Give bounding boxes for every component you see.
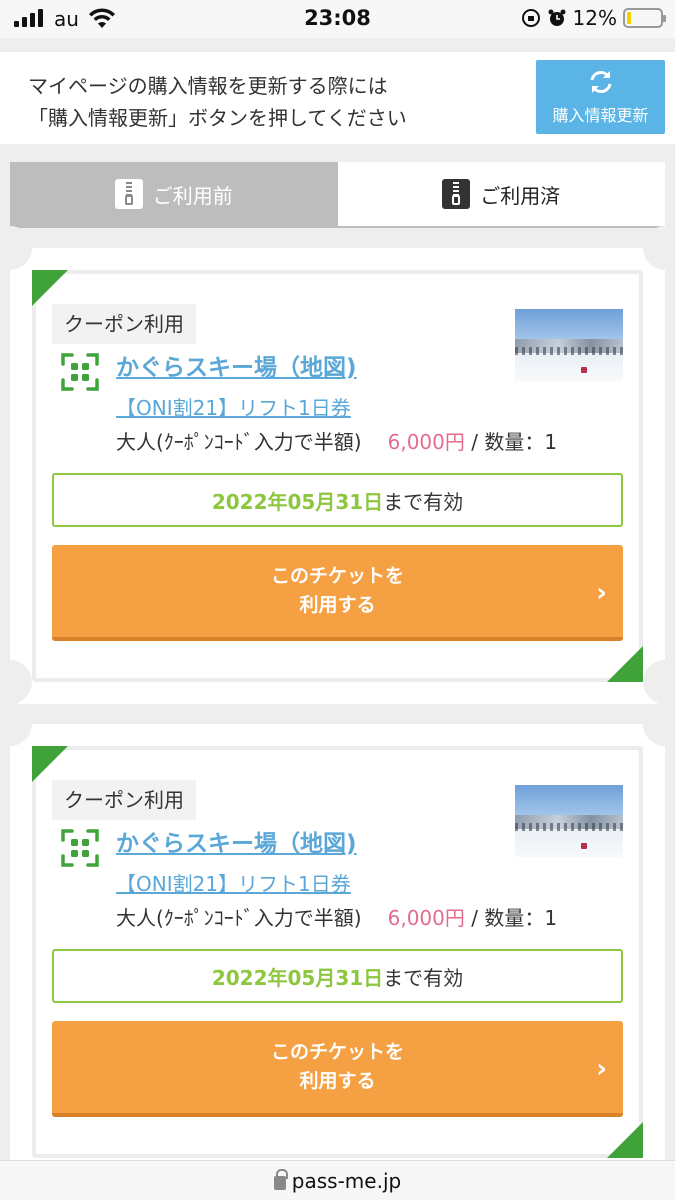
- notice-line-2: 「購入情報更新」ボタンを押してください: [28, 106, 407, 130]
- use-button-line-1: このチケットを: [270, 1041, 404, 1063]
- corner-ribbon: [607, 646, 643, 682]
- valid-date: 2022年05月31日: [211, 965, 384, 990]
- resort-map-link[interactable]: かぐらスキー場（地図): [116, 824, 357, 858]
- resort-map-link[interactable]: かぐらスキー場（地図): [116, 348, 357, 382]
- validity-box: 2022年05月31日 まで有効: [52, 473, 623, 527]
- refresh-button-label: 購入情報更新: [552, 106, 649, 125]
- use-ticket-button[interactable]: このチケットを 利用する ›: [52, 1021, 623, 1117]
- price: 6,000円: [387, 430, 465, 454]
- zipper-icon: [442, 179, 471, 209]
- refresh-icon: [590, 71, 611, 93]
- validity-box: 2022年05月31日 まで有効: [52, 949, 623, 1003]
- valid-suffix: まで有効: [383, 965, 464, 990]
- quantity: / 数量：1: [471, 430, 558, 454]
- coupon-tag: クーポン利用: [52, 304, 196, 344]
- price: 6,000円: [387, 906, 465, 930]
- corner-ribbon: [32, 746, 68, 782]
- ticket-name-link[interactable]: 【ONI割21】リフト1日券: [116, 868, 351, 897]
- alarm-icon: [548, 9, 566, 26]
- tab-label: ご利用済: [480, 183, 561, 208]
- zipper-icon: [114, 179, 143, 209]
- valid-suffix: まで有効: [383, 489, 464, 514]
- corner-ribbon: [32, 270, 68, 306]
- corner-ribbon: [607, 1122, 643, 1158]
- qr-code-icon[interactable]: [60, 828, 100, 868]
- tab-label: ご利用前: [152, 183, 233, 208]
- fare-type: 大人(ｸｰﾎﾟﾝｺｰﾄﾞ入力で半額): [116, 430, 362, 454]
- battery-icon: [623, 8, 666, 28]
- notice-line-1: マイページの購入情報を更新する際には: [28, 74, 388, 98]
- orientation-lock-icon: [521, 9, 540, 27]
- qr-code-icon[interactable]: [60, 352, 100, 392]
- coupon-tag: クーポン利用: [52, 780, 196, 820]
- use-button-line-1: このチケットを: [270, 565, 404, 587]
- status-bar: au 23:08 12%: [0, 0, 675, 38]
- url-bar[interactable]: pass-me.jp: [0, 1160, 675, 1200]
- tab-used[interactable]: ご利用済: [337, 162, 665, 226]
- lock-icon: [273, 1168, 288, 1190]
- quantity: / 数量：1: [471, 906, 558, 930]
- ticket-card: クーポン利用 かぐらスキー場（地図) 【ONI割21】リフト1日券 大人(ｸｰﾎ…: [0, 702, 675, 1180]
- notice-text: マイページの購入情報を更新する際には 「購入情報更新」ボタンを押してください: [28, 70, 518, 134]
- ticket-name-link[interactable]: 【ONI割21】リフト1日券: [116, 392, 351, 421]
- ticket-tabs: ご利用前 ご利用済: [10, 162, 665, 228]
- status-right: 12%: [521, 6, 666, 30]
- use-ticket-button[interactable]: このチケットを 利用する ›: [52, 545, 623, 641]
- price-line: 大人(ｸｰﾎﾟﾝｺｰﾄﾞ入力で半額) 6,000円 / 数量：1: [116, 902, 557, 931]
- use-button-line-2: 利用する: [299, 1070, 376, 1092]
- chevron-right-icon: ›: [596, 578, 607, 608]
- resort-photo: [515, 785, 623, 857]
- fare-type: 大人(ｸｰﾎﾟﾝｺｰﾄﾞ入力で半額): [116, 906, 362, 930]
- refresh-purchase-button[interactable]: 購入情報更新: [536, 60, 665, 134]
- ticket-card: クーポン利用 かぐらスキー場（地図) 【ONI割21】リフト1日券 大人(ｸｰﾎ…: [0, 226, 675, 704]
- url-text: pass-me.jp: [291, 1168, 402, 1193]
- battery-percent: 12%: [572, 6, 617, 30]
- valid-date: 2022年05月31日: [211, 489, 384, 514]
- resort-photo: [515, 309, 623, 381]
- price-line: 大人(ｸｰﾎﾟﾝｺｰﾄﾞ入力で半額) 6,000円 / 数量：1: [116, 426, 557, 455]
- update-notice: マイページの購入情報を更新する際には 「購入情報更新」ボタンを押してください 購…: [0, 52, 675, 144]
- chevron-right-icon: ›: [596, 1054, 607, 1084]
- tab-before-use[interactable]: ご利用前: [10, 162, 338, 226]
- use-button-line-2: 利用する: [299, 594, 376, 616]
